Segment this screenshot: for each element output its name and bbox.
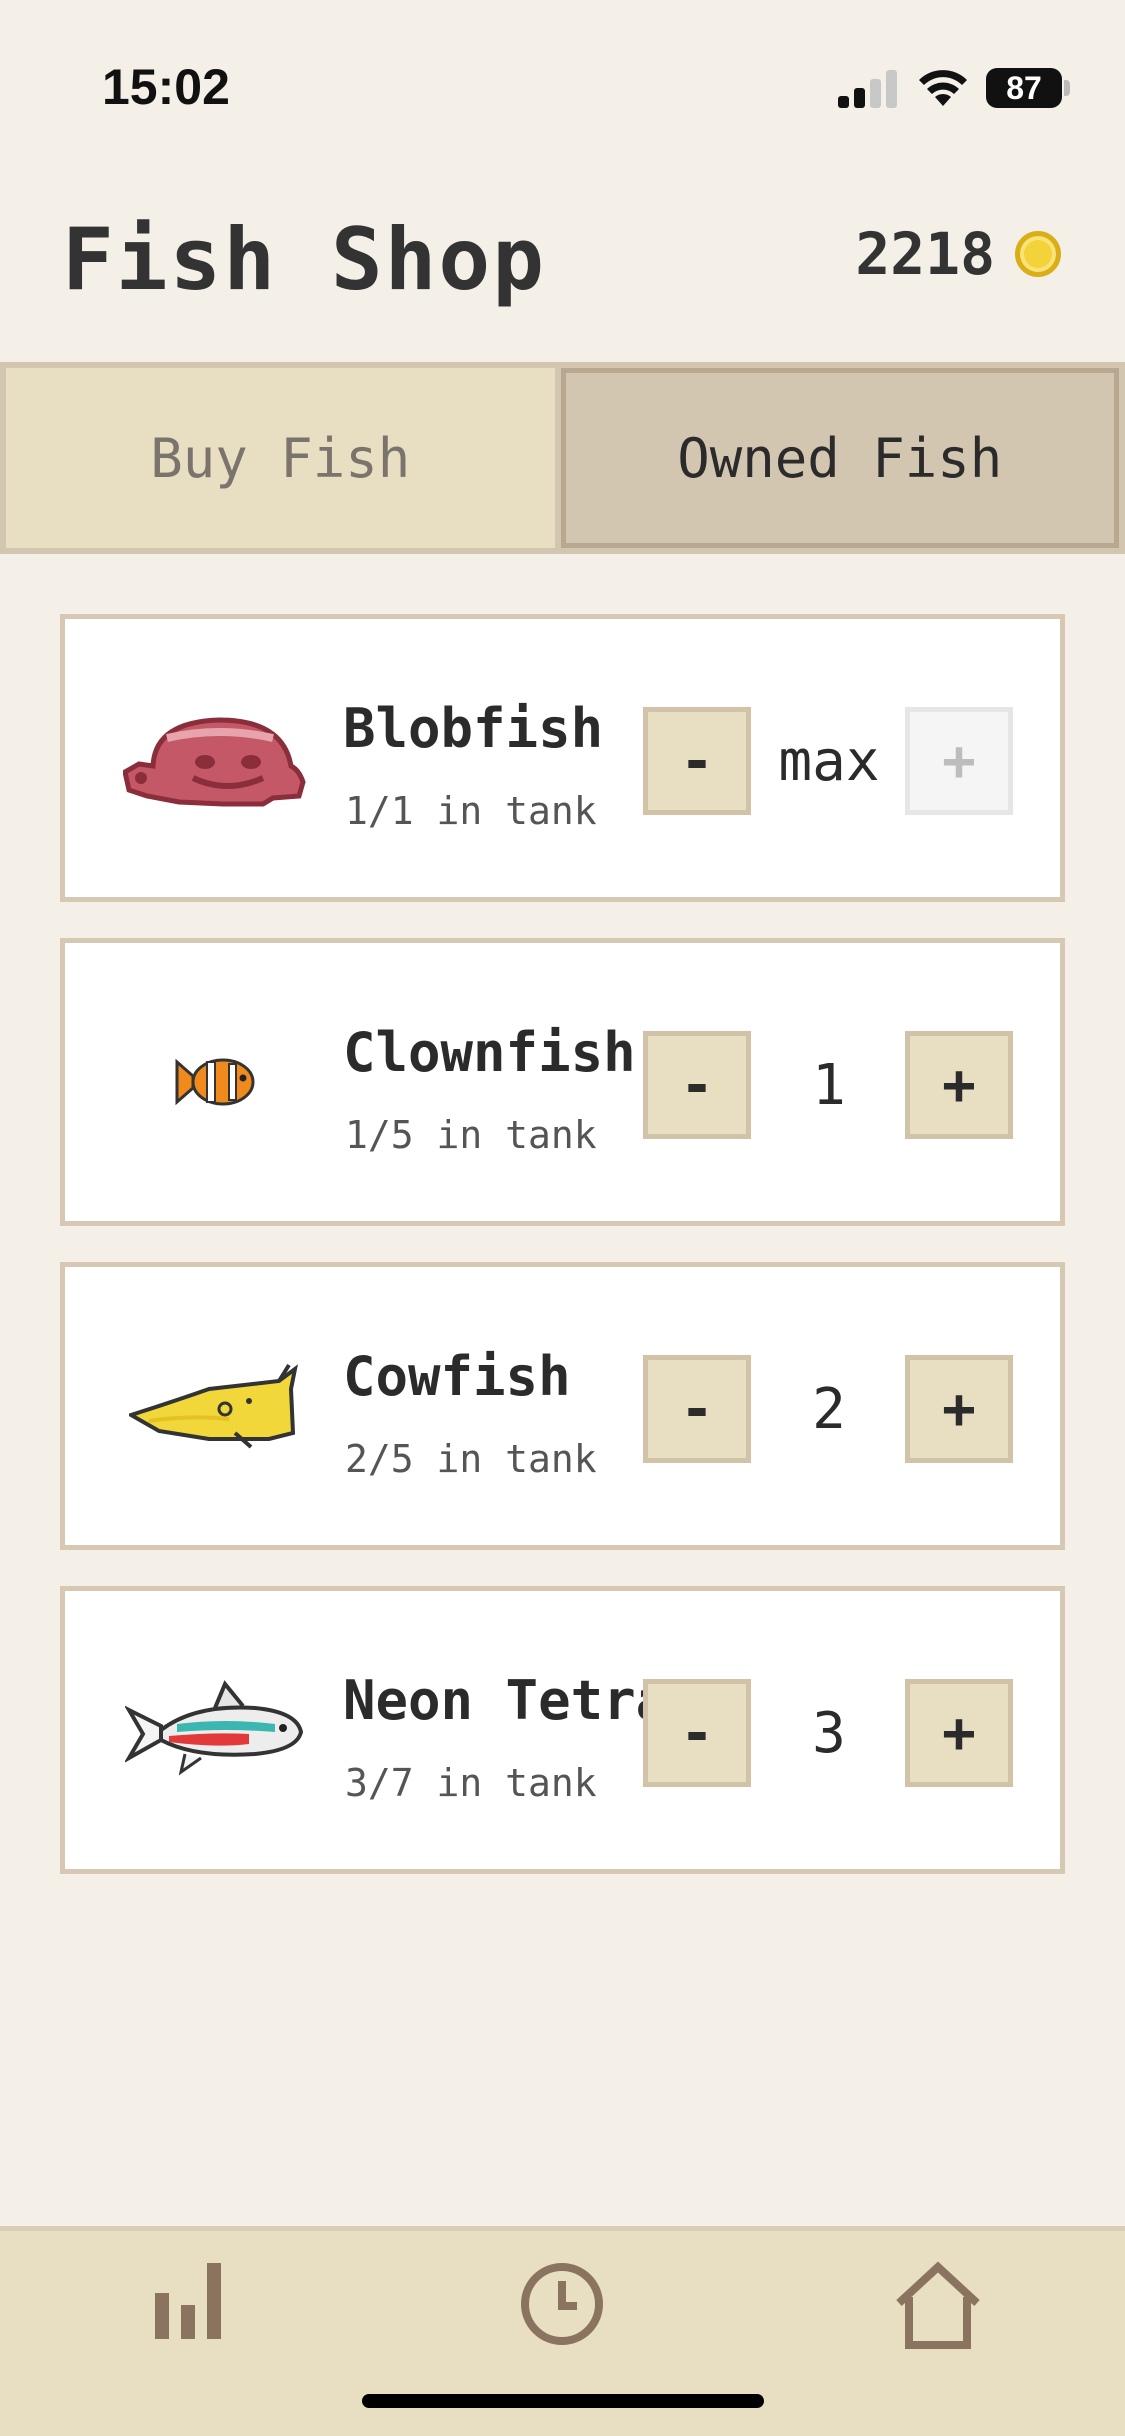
page-title: Fish Shop: [62, 210, 546, 310]
battery-nub: [1064, 80, 1070, 96]
coin-icon: [1015, 231, 1061, 277]
fish-tank-count: 2/5 in tank: [345, 1437, 597, 1481]
fish-quantity: 3: [812, 1700, 846, 1766]
increase-button[interactable]: +: [905, 1679, 1013, 1787]
status-time: 15:02: [102, 59, 230, 115]
clownfish-icon: [115, 1007, 315, 1157]
fish-shop-screen: 15:02 87 Fish Shop 2218 Buy Fish Owned F…: [0, 0, 1125, 2436]
status-bar: 15:02 87: [0, 0, 1125, 160]
fish-tank-count: 1/5 in tank: [345, 1113, 597, 1157]
battery-icon: 87: [986, 68, 1062, 108]
cowfish-icon: [115, 1331, 315, 1481]
cellular-signal-icon: [838, 70, 897, 108]
fish-name: Cowfish: [343, 1345, 571, 1408]
tab-buy-fish[interactable]: Buy Fish: [6, 368, 555, 548]
nav-home-button[interactable]: [868, 2261, 1008, 2401]
coin-count: 2218: [855, 220, 995, 288]
home-icon: [896, 2261, 980, 2349]
coin-balance: 2218: [855, 220, 1061, 288]
tab-bar: Buy Fish Owned Fish: [0, 362, 1125, 554]
increase-button-disabled: +: [905, 707, 1013, 815]
fish-card-blobfish: Blobfish 1/1 in tank - max +: [60, 614, 1065, 902]
blobfish-icon: [115, 683, 315, 833]
decrease-button[interactable]: -: [643, 1031, 751, 1139]
fish-name: Blobfish: [343, 697, 604, 760]
fish-card-cowfish: Cowfish 2/5 in tank - 2 +: [60, 1262, 1065, 1550]
fish-tank-count: 3/7 in tank: [345, 1761, 597, 1805]
bar-chart-icon: [155, 2263, 221, 2339]
home-indicator[interactable]: [362, 2394, 764, 2408]
nav-stats-button[interactable]: [118, 2261, 258, 2401]
decrease-button[interactable]: -: [643, 1679, 751, 1787]
fish-name: Clownfish: [343, 1021, 636, 1084]
clock-icon: [521, 2263, 603, 2345]
fish-card-clownfish: Clownfish 1/5 in tank - 1 +: [60, 938, 1065, 1226]
fish-card-neon-tetra: Neon Tetra 3/7 in tank - 3 +: [60, 1586, 1065, 1874]
owned-fish-list: Blobfish 1/1 in tank - max + Clownfish 1…: [60, 614, 1065, 1910]
nav-timer-button[interactable]: [492, 2261, 632, 2401]
fish-tank-count: 1/1 in tank: [345, 789, 597, 833]
fish-quantity: 2: [812, 1376, 846, 1442]
wifi-icon: [919, 70, 967, 106]
decrease-button[interactable]: -: [643, 1355, 751, 1463]
fish-quantity: 1: [812, 1052, 846, 1118]
fish-quantity: max: [778, 728, 880, 794]
neon-tetra-icon: [115, 1655, 315, 1805]
increase-button[interactable]: +: [905, 1031, 1013, 1139]
decrease-button[interactable]: -: [643, 707, 751, 815]
tab-owned-fish[interactable]: Owned Fish: [560, 368, 1119, 548]
increase-button[interactable]: +: [905, 1355, 1013, 1463]
fish-name: Neon Tetra: [343, 1669, 669, 1732]
